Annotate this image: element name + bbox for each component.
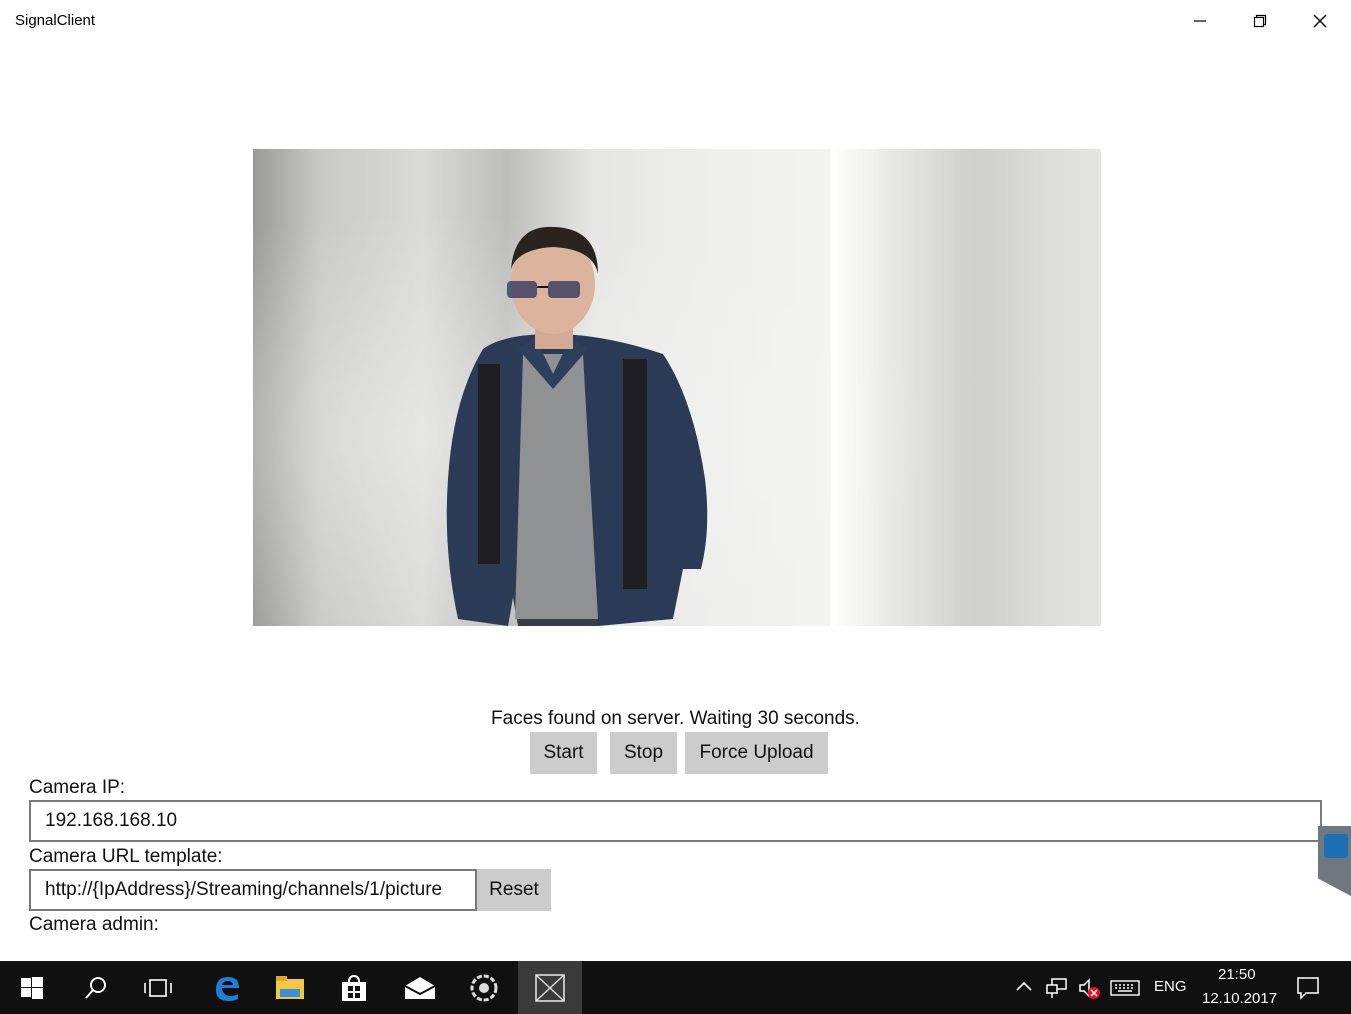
app-window: SignalClient Faces found on server. Wait…: [0, 0, 1351, 961]
chevron-up-icon[interactable]: [1016, 981, 1032, 991]
action-center-icon[interactable]: [1296, 976, 1320, 1000]
camera-image: [253, 149, 1101, 626]
task-view-button[interactable]: [126, 961, 190, 1014]
app-button[interactable]: [452, 961, 516, 1014]
language-indicator[interactable]: ENG: [1154, 978, 1187, 995]
close-icon: [1313, 14, 1327, 28]
signalclient-taskbar-button[interactable]: [518, 961, 582, 1014]
camera-ip-label: Camera IP:: [29, 777, 126, 798]
mail-icon: [404, 976, 436, 999]
keyboard-icon[interactable]: [1110, 980, 1140, 996]
force-upload-button[interactable]: Force Upload: [685, 732, 828, 774]
edge-button[interactable]: [194, 961, 258, 1014]
volume-muted-icon[interactable]: [1078, 977, 1102, 1001]
camera-url-label: Camera URL template:: [29, 846, 223, 867]
search-button[interactable]: [64, 961, 128, 1014]
close-button[interactable]: [1290, 0, 1350, 42]
taskbar: [0, 961, 1351, 1014]
app-icon: [470, 974, 498, 1001]
edge-icon: [216, 976, 239, 1001]
start-button[interactable]: Start: [530, 732, 597, 774]
camera-url-input[interactable]: http://{IpAddress}/Streaming/channels/1/…: [29, 869, 477, 911]
clock-date[interactable]: 12.10.2017: [1202, 990, 1277, 1007]
title-bar[interactable]: SignalClient: [0, 0, 1351, 42]
mail-button[interactable]: [388, 961, 452, 1014]
minimize-icon: [1194, 20, 1206, 22]
camera-admin-label: Camera admin:: [29, 914, 159, 935]
search-icon: [85, 976, 106, 999]
signalclient-icon: [535, 973, 565, 1002]
start-icon: [21, 976, 43, 999]
remote-control-tab[interactable]: [1318, 826, 1351, 896]
file-explorer-icon: [276, 975, 304, 999]
reset-button[interactable]: Reset: [477, 869, 551, 911]
restore-button[interactable]: [1230, 0, 1290, 42]
network-icon[interactable]: [1046, 977, 1068, 999]
stop-button[interactable]: Stop: [610, 732, 677, 774]
file-explorer-button[interactable]: [258, 961, 322, 1014]
camera-ip-input[interactable]: 192.168.168.10: [29, 800, 1322, 842]
app-title: SignalClient: [15, 12, 96, 29]
restore-icon: [1253, 14, 1267, 28]
status-text: Faces found on server. Waiting 30 second…: [491, 708, 860, 729]
person-figure: [446, 226, 708, 626]
teamviewer-icon: [1324, 834, 1348, 858]
store-icon: [342, 974, 366, 1001]
task-view-icon: [144, 978, 172, 997]
store-button[interactable]: [322, 961, 386, 1014]
clock-time[interactable]: 21:50: [1218, 966, 1256, 983]
minimize-button[interactable]: [1170, 0, 1230, 42]
start-button[interactable]: [0, 961, 64, 1014]
